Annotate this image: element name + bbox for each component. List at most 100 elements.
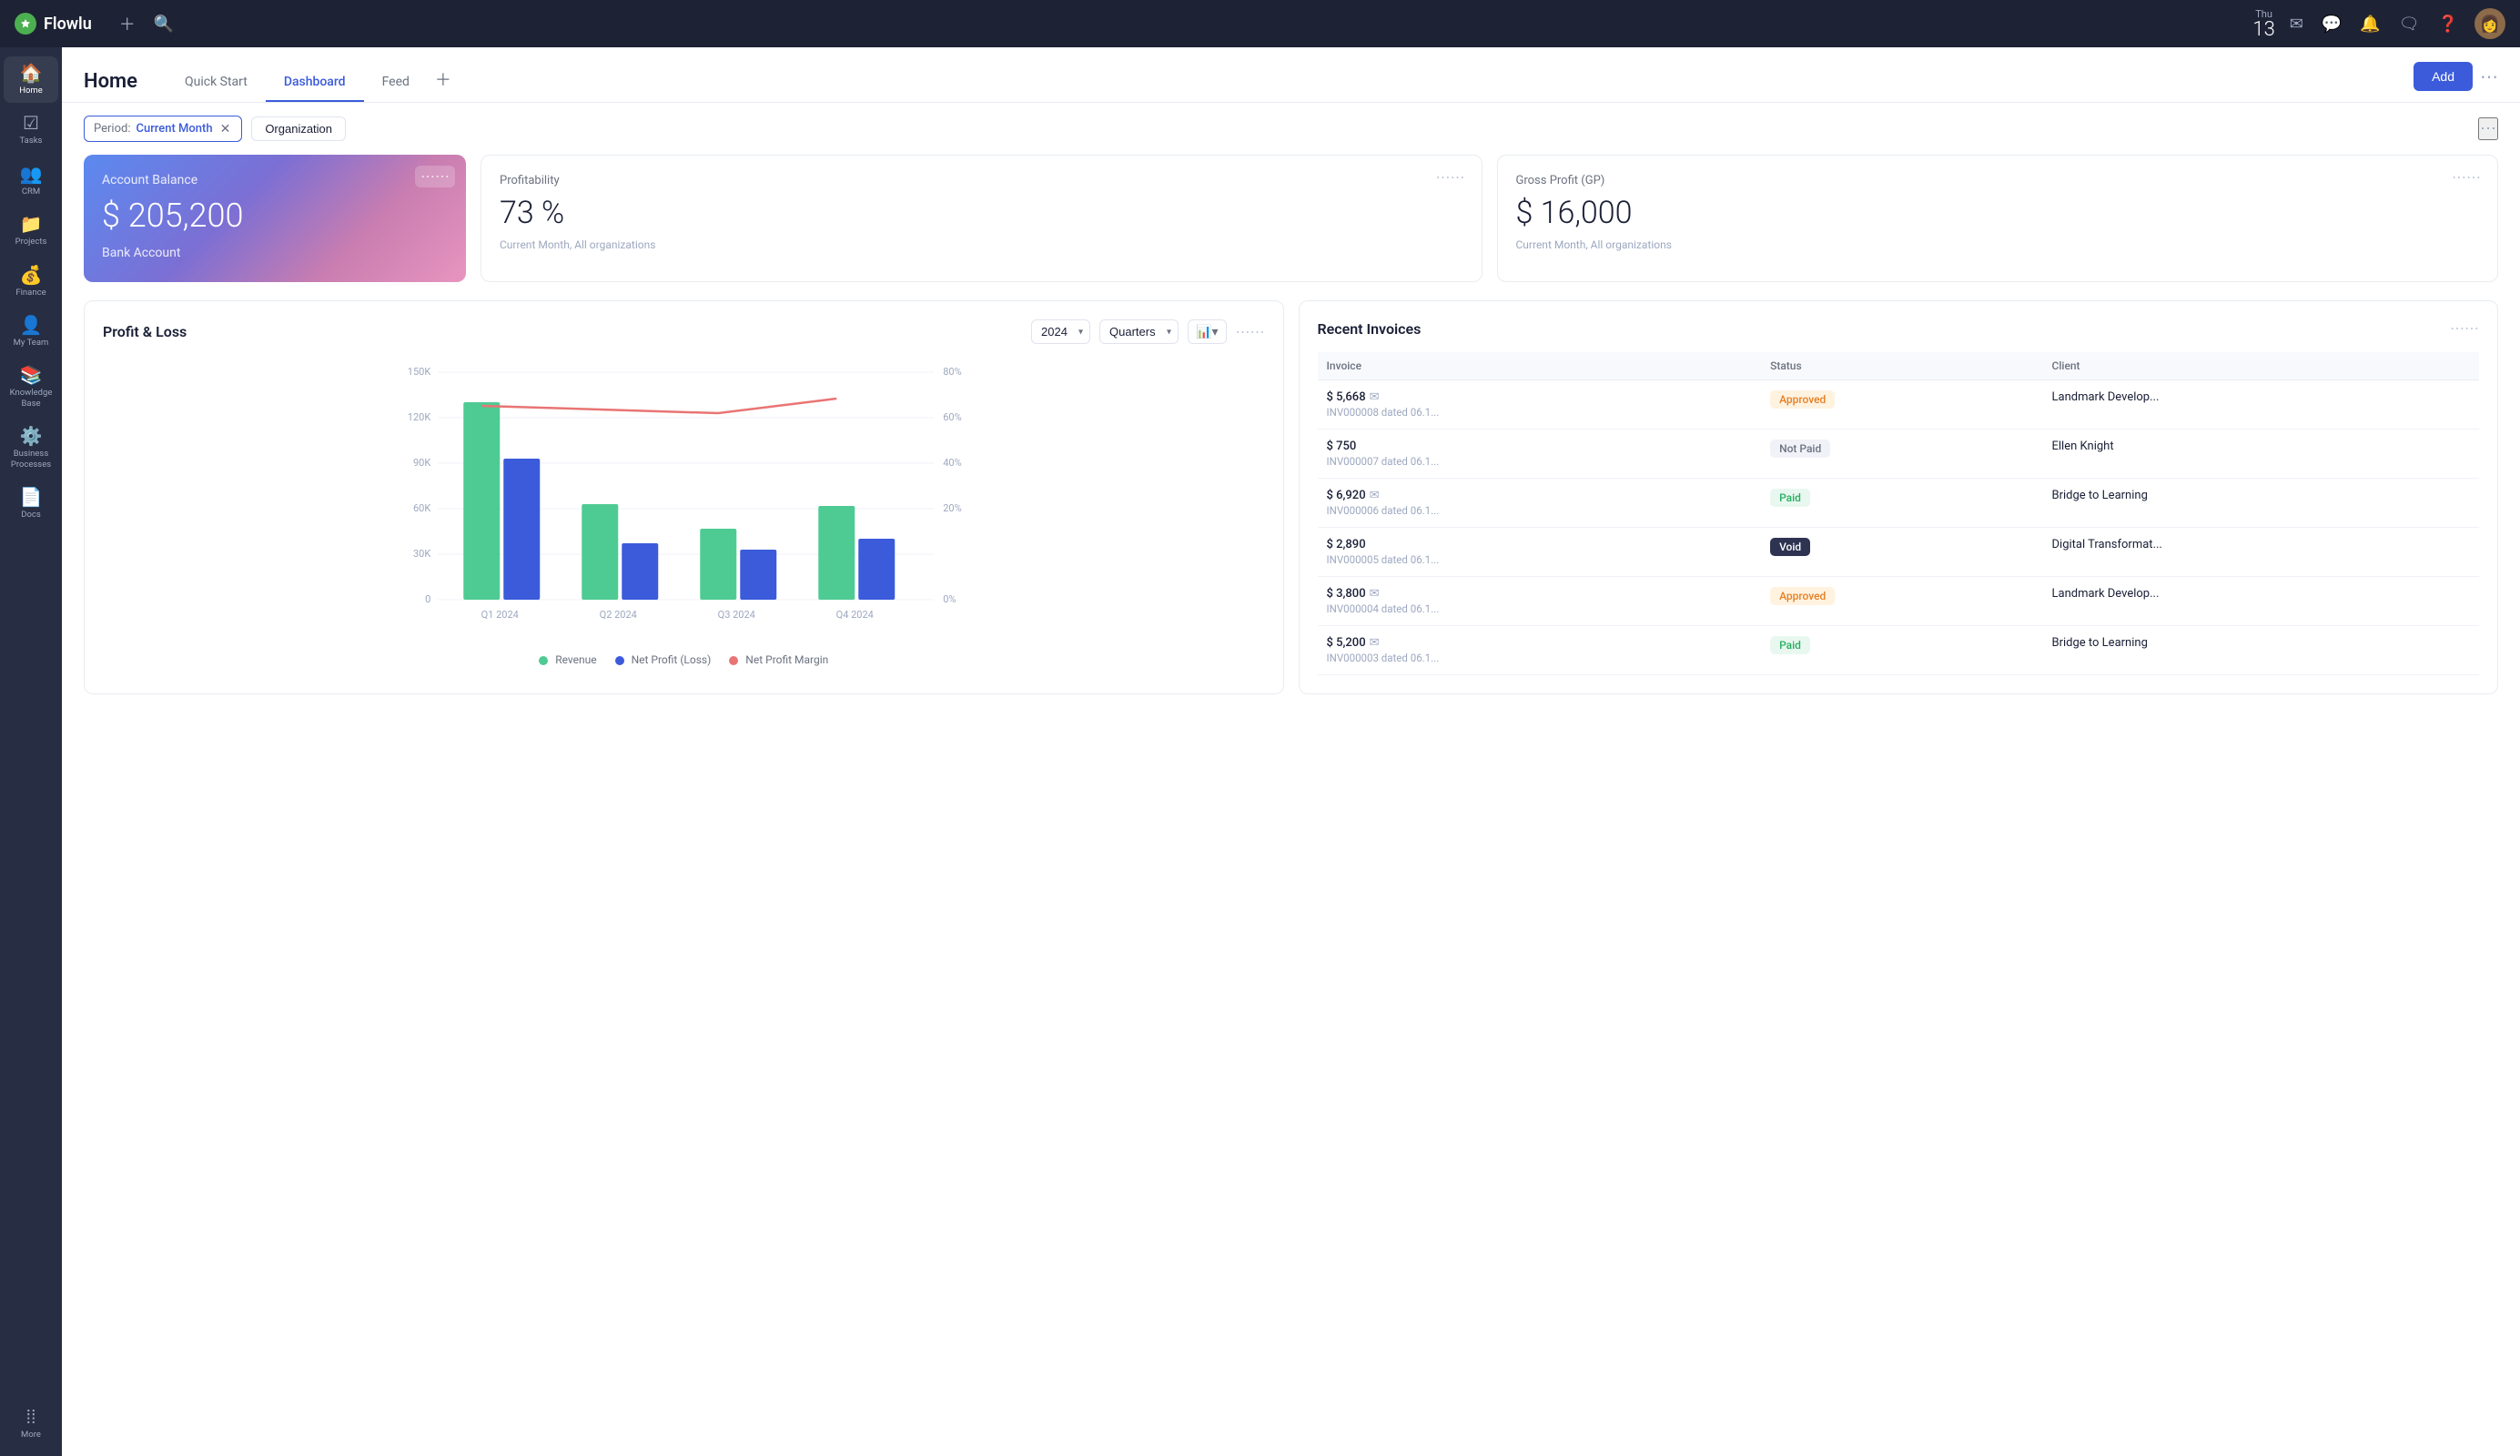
sidebar-item-knowledge[interactable]: 📚 Knowledge Base [4,359,58,416]
net-profit-label: Net Profit (Loss) [632,653,712,666]
sidebar-item-myteam[interactable]: 👤 My Team [4,308,58,355]
status-cell: Paid [1761,479,2042,528]
period-filter-close[interactable]: ✕ [218,121,233,136]
q1-revenue-bar [463,402,500,600]
col-client: Client [2043,352,2480,380]
mail-icon-btn[interactable]: ✉ [2282,9,2311,39]
profit-meta: Current Month, All organizations [500,238,1463,251]
add-dashboard-button[interactable]: Add [2414,62,2473,91]
tab-dashboard[interactable]: Dashboard [266,64,364,102]
gp-meta: Current Month, All organizations [1516,238,2480,251]
account-card-options[interactable]: ⋯⋯ [415,166,455,187]
invoice-row[interactable]: $ 5,668✉ INV000008 dated 06.1... Approve… [1318,380,2480,430]
dashboard-content: ⋯⋯ Account Balance $ 205,200 Bank Accoun… [62,155,2520,1456]
header-more-button[interactable]: ⋯ [2480,66,2498,88]
legend-net-profit: Net Profit (Loss) [615,653,712,666]
invoice-cell: $ 750 INV000007 dated 06.1... [1318,430,1762,479]
sidebar-item-tasks[interactable]: ☑ Tasks [4,106,58,153]
invoice-cell: $ 5,668✉ INV000008 dated 06.1... [1318,380,1762,430]
account-value: $ 205,200 [102,197,448,235]
home-icon: 🏠 [20,64,43,82]
svg-text:0: 0 [425,593,430,605]
crm-icon: 👥 [20,165,43,183]
invoice-row[interactable]: $ 6,920✉ INV000006 dated 06.1... Paid Br… [1318,479,2480,528]
knowledge-icon: 📚 [20,366,43,384]
help-icon-btn[interactable]: ❓ [2431,9,2465,39]
chat-icon-btn[interactable]: 💬 [2314,9,2349,39]
sidebar-label-tasks: Tasks [20,136,43,146]
sidebar-item-crm[interactable]: 👥 CRM [4,157,58,204]
sidebar-item-finance[interactable]: 💰 Finance [4,258,58,305]
bell-icon-btn[interactable]: 🔔 [2353,9,2387,39]
invoice-row[interactable]: $ 5,200✉ INV000003 dated 06.1... Paid Br… [1318,626,2480,675]
invoice-id: INV000006 dated 06.1... [1327,504,1753,517]
add-button[interactable]: ＋ [110,6,145,41]
sidebar-label-projects: Projects [15,237,47,247]
invoice-id: INV000004 dated 06.1... [1327,602,1753,615]
invoice-cell: $ 3,800✉ INV000004 dated 06.1... [1318,577,1762,626]
org-filter-btn[interactable]: Organization [251,116,346,141]
client-cell: Landmark Develop... [2043,577,2480,626]
legend-margin: Net Profit Margin [729,653,828,666]
business-icon: ⚙️ [20,427,43,445]
net-profit-dot [615,656,624,665]
mail-icon: ✉ [1370,587,1380,601]
topbar: Flowlu ＋ 🔍 Thu 13 ✉ 💬 🔔 🗨 ❓ 👩 [0,0,2520,47]
sidebar: 🏠 Home ☑ Tasks 👥 CRM 📁 Projects 💰 Financ… [0,47,62,1456]
col-invoice: Invoice [1318,352,1762,380]
status-cell: Paid [1761,626,2042,675]
invoice-amount: $ 750 [1327,440,1753,453]
invoices-options-btn[interactable]: ⋯⋯ [2450,319,2479,338]
profit-loss-chart: 150K 120K 90K 60K 30K 0 80% 60% 40% 20% … [103,359,1265,641]
status-badge: Void [1770,538,1810,556]
tab-quickstart[interactable]: Quick Start [167,64,266,102]
chart-svg-container: 150K 120K 90K 60K 30K 0 80% 60% 40% 20% … [103,359,1265,644]
svg-text:40%: 40% [943,457,961,469]
svg-text:60%: 60% [943,411,961,423]
sidebar-item-more[interactable]: ⁞⁞ More [4,1400,58,1447]
profit-card-options[interactable]: ⋯⋯ [1431,167,1471,188]
sidebar-item-business[interactable]: ⚙️ Business Processes [4,420,58,477]
tab-add-button[interactable]: ＋ [428,60,459,98]
profitability-card: ⋯⋯ Profitability 73 % Current Month, All… [481,155,1483,282]
period-filter-chip[interactable]: Period: Current Month ✕ [84,116,242,142]
finance-icon: 💰 [20,266,43,284]
invoices-table: Invoice Status Client $ 5,668✉ INV000008… [1318,352,2480,675]
chart-type-btn[interactable]: 📊▾ [1188,319,1226,344]
myteam-icon: 👤 [20,316,43,334]
user-avatar[interactable]: 👩 [2474,8,2505,39]
invoices-header: Recent Invoices ⋯⋯ [1318,319,2480,338]
sidebar-item-home[interactable]: 🏠 Home [4,56,58,103]
year-select[interactable]: 202420232022 [1031,319,1090,344]
sidebar-item-projects[interactable]: 📁 Projects [4,207,58,254]
chart-header: Profit & Loss 202420232022 QuartersMonth… [103,319,1265,344]
content-area: Home Quick Start Dashboard Feed ＋ Add ⋯ … [62,47,2520,1456]
profit-value: 73 % [500,195,1463,231]
gross-profit-card: ⋯⋯ Gross Profit (GP) $ 16,000 Current Mo… [1497,155,2499,282]
chart-options-btn[interactable]: ⋯⋯ [1236,323,1265,341]
period-select[interactable]: QuartersMonths [1099,319,1179,344]
search-button[interactable]: 🔍 [145,9,183,39]
invoice-id: INV000003 dated 06.1... [1327,652,1753,664]
invoice-row[interactable]: $ 750 INV000007 dated 06.1... Not Paid E… [1318,430,2480,479]
date-num: 13 [2252,20,2274,40]
invoice-row[interactable]: $ 3,800✉ INV000004 dated 06.1... Approve… [1318,577,2480,626]
profit-label: Profitability [500,174,1463,187]
q2-label: Q2 2024 [600,609,637,621]
tab-feed[interactable]: Feed [364,64,428,102]
app-logo[interactable]: Flowlu [15,13,92,35]
q4-profit-bar [858,539,895,600]
sidebar-item-docs[interactable]: 📄 Docs [4,480,58,527]
sidebar-label-myteam: My Team [14,338,49,348]
invoice-row[interactable]: $ 2,890 INV000005 dated 06.1... Void Dig… [1318,528,2480,577]
sidebar-label-business: Business Processes [9,449,53,470]
sidebar-label-more: More [21,1430,41,1440]
gp-card-options[interactable]: ⋯⋯ [2446,167,2486,188]
filter-more-btn[interactable]: ⋯ [2478,117,2498,140]
margin-dot [729,656,738,665]
comment-icon-btn[interactable]: 🗨 [2392,9,2427,39]
page-header: Home Quick Start Dashboard Feed ＋ Add ⋯ [62,47,2520,103]
topbar-icons: ✉ 💬 🔔 🗨 ❓ 👩 [2282,8,2505,39]
q1-label: Q1 2024 [481,609,519,621]
invoice-cell: $ 6,920✉ INV000006 dated 06.1... [1318,479,1762,528]
